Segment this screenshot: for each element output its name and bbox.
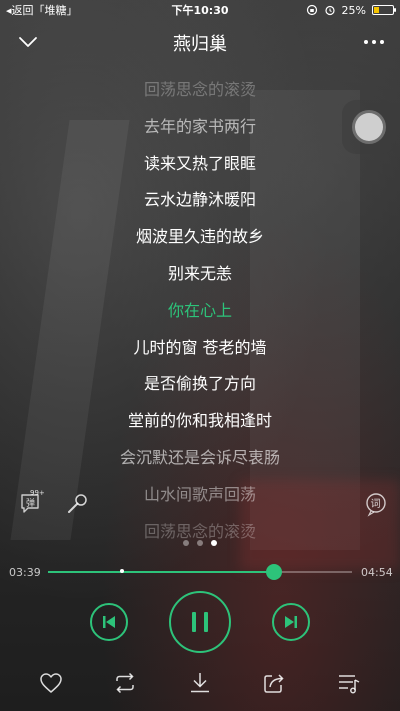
danmaku-count: 99+ bbox=[30, 489, 45, 497]
rotation-lock-icon bbox=[306, 4, 317, 16]
previous-button[interactable] bbox=[90, 603, 128, 641]
danmaku-icon: 弹 99+ bbox=[21, 489, 45, 513]
sing-button[interactable] bbox=[64, 490, 92, 518]
status-right: 25% bbox=[306, 3, 396, 17]
heart-icon[interactable] bbox=[38, 670, 64, 696]
lyric-line[interactable]: 云水边静沐暖阳 bbox=[0, 188, 400, 212]
battery-fill bbox=[374, 7, 379, 13]
lyric-line[interactable]: 烟波里久违的故乡 bbox=[0, 225, 400, 249]
lyric-line[interactable]: 山水间歌声回荡 bbox=[0, 483, 400, 507]
lyric-line[interactable]: 会沉默还是会诉尽衷肠 bbox=[0, 446, 400, 470]
total-time: 04:54 bbox=[361, 566, 393, 579]
lyric-line[interactable]: 别来无恙 bbox=[0, 262, 400, 286]
lyric-label: 词 bbox=[371, 498, 381, 510]
page-dot bbox=[197, 540, 203, 546]
lyric-line[interactable]: 去年的家书两行 bbox=[0, 115, 400, 139]
page-dot bbox=[211, 540, 217, 546]
next-button[interactable] bbox=[272, 603, 310, 641]
back-app-label[interactable]: ◂返回「堆糖」 bbox=[6, 2, 78, 18]
next-icon bbox=[285, 616, 297, 628]
pause-icon bbox=[192, 612, 208, 632]
previous-icon bbox=[103, 616, 115, 628]
song-title: 燕归巢 bbox=[173, 34, 227, 55]
alarm-icon bbox=[324, 5, 335, 16]
pause-button[interactable] bbox=[169, 591, 231, 653]
progress-marker bbox=[120, 569, 124, 573]
bottom-action-bar bbox=[0, 666, 400, 702]
playlist-icon[interactable] bbox=[336, 670, 362, 696]
danmaku-button[interactable]: 弹 99+ bbox=[18, 488, 46, 516]
page-dot bbox=[183, 540, 189, 546]
lyric-line[interactable]: 堂前的你和我相逢时 bbox=[0, 409, 400, 433]
current-time: 03:39 bbox=[9, 566, 41, 579]
lyric-options-button[interactable]: 词 bbox=[362, 490, 390, 518]
microphone-icon bbox=[68, 494, 87, 513]
share-icon[interactable] bbox=[261, 670, 287, 696]
danmaku-label: 弹 bbox=[26, 497, 35, 509]
lyric-icon: 词 bbox=[366, 493, 386, 517]
battery-icon bbox=[372, 5, 396, 15]
status-bar: ◂返回「堆糖」 下午10:30 25% bbox=[0, 0, 400, 20]
lyric-line[interactable]: 读来又热了眼眶 bbox=[0, 152, 400, 176]
repeat-icon[interactable] bbox=[112, 670, 138, 696]
player-header: 燕归巢 bbox=[0, 22, 400, 62]
download-icon[interactable] bbox=[187, 670, 213, 696]
battery-percent: 25% bbox=[341, 3, 366, 17]
progress-bar[interactable] bbox=[48, 564, 352, 580]
back-to-app[interactable]: ◂返回「堆糖」 bbox=[6, 2, 78, 18]
lyric-line-current[interactable]: 你在心上 bbox=[0, 299, 400, 323]
lyric-line[interactable]: 回荡思念的滚烫 bbox=[0, 78, 400, 102]
lyrics-panel[interactable]: 回荡思念的滚烫 去年的家书两行 读来又热了眼眶 云水边静沐暖阳 烟波里久违的故乡 别来无恙… bbox=[0, 78, 400, 546]
progress-fill bbox=[48, 571, 275, 573]
more-options-icon[interactable] bbox=[362, 32, 386, 52]
status-time: 下午10:30 bbox=[171, 4, 229, 17]
lyric-line[interactable]: 儿时的窗 苍老的墙 bbox=[0, 336, 400, 360]
page-indicator bbox=[0, 540, 400, 546]
lyric-line[interactable]: 是否偷换了方向 bbox=[0, 372, 400, 396]
